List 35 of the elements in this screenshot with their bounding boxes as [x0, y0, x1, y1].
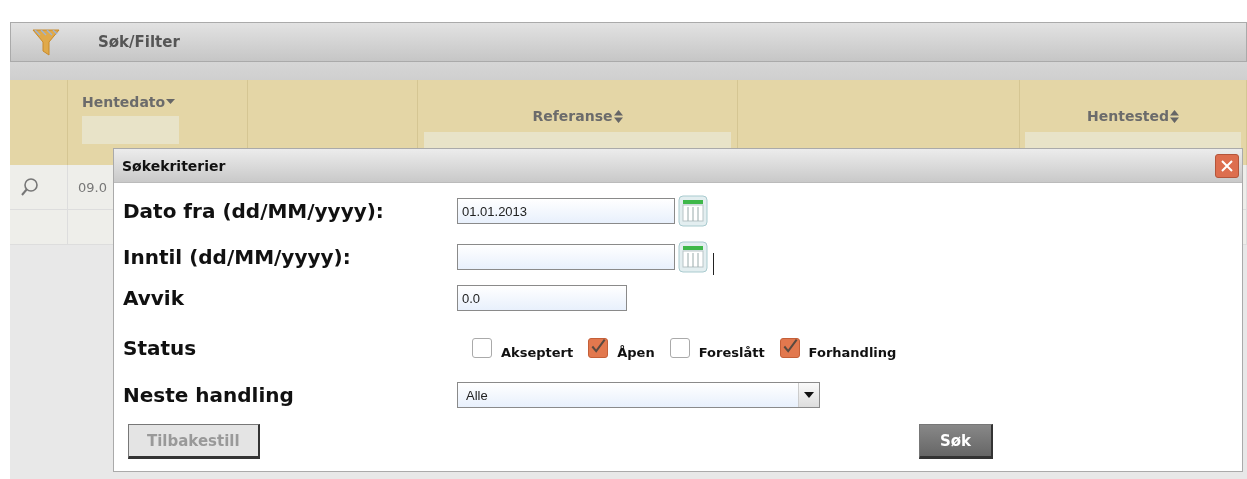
checkbox[interactable] — [472, 338, 492, 358]
date-field[interactable]: 01.01.2013 — [457, 198, 675, 224]
close-button[interactable] — [1215, 153, 1239, 178]
caret-icon[interactable] — [804, 392, 814, 398]
sort-icon[interactable] — [613, 109, 623, 123]
checkbox-label[interactable]: Akseptert — [501, 344, 574, 360]
field-label: Avvik — [123, 286, 184, 310]
checkbox[interactable] — [588, 338, 609, 358]
search-icon[interactable] — [20, 177, 40, 197]
column-filter-field[interactable] — [82, 116, 179, 144]
checkbox-label[interactable]: Forhandling — [808, 344, 897, 360]
column-header[interactable]: Hentested — [1087, 108, 1169, 124]
search-button[interactable]: Søk — [918, 424, 993, 459]
checkbox[interactable] — [669, 338, 690, 358]
checkbox-label[interactable]: Foreslått — [698, 344, 765, 360]
field-label: Status — [123, 336, 197, 360]
select-field[interactable]: Alle — [457, 382, 820, 408]
field-label: Neste handling — [123, 383, 294, 407]
calendar-icon[interactable] — [678, 195, 708, 227]
input-field[interactable]: 0.0 — [457, 285, 627, 311]
field-label: Inntil (dd/MM/yyyy): — [123, 245, 351, 269]
toolbar-label[interactable]: Søk/Filter — [98, 33, 180, 51]
field-label: Dato fra (dd/MM/yyyy): — [123, 199, 384, 223]
column-header[interactable]: Hentedato — [82, 94, 166, 110]
sort-icon[interactable] — [1169, 109, 1179, 123]
filter-icon — [31, 27, 61, 57]
checkbox[interactable] — [779, 338, 800, 358]
dialog-title: Søkekriterier — [122, 157, 226, 174]
sort-down-icon[interactable] — [166, 99, 176, 105]
cell-text: 09.0 — [78, 179, 107, 195]
column-header[interactable]: Referanse — [532, 108, 613, 124]
close-icon — [1220, 158, 1234, 173]
checkbox-label[interactable]: Åpen — [617, 344, 655, 360]
date-field[interactable] — [457, 244, 675, 270]
calendar-icon[interactable] — [678, 241, 708, 273]
